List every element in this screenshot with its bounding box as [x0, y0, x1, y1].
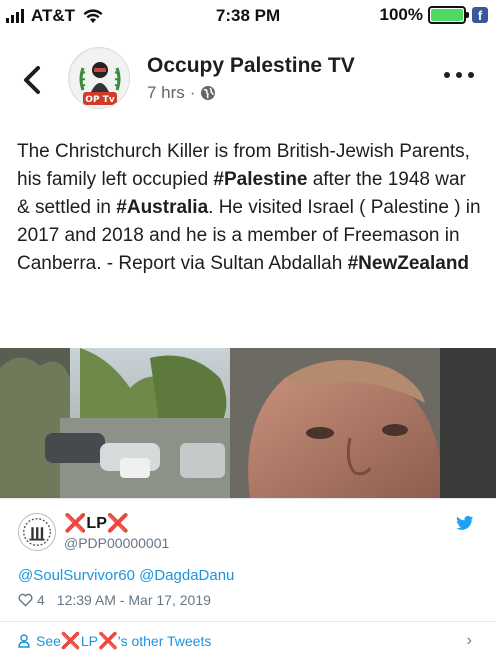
status-bar: AT&T 7:38 PM 100% f [0, 0, 496, 32]
person-icon [18, 634, 30, 648]
tweet-body[interactable]: @SoulSurvivor60 @DagdaDanu [18, 567, 234, 584]
red-x-icon: ❌ [106, 513, 130, 533]
hashtag-link[interactable]: #NewZealand [348, 253, 469, 274]
battery-fill [431, 9, 463, 21]
post-header: OP Tv Occupy Palestine TV 7 hrs · [0, 40, 496, 120]
footer-author: LP [80, 633, 98, 649]
red-x-icon: ❌ [64, 513, 87, 533]
tweet-stats: 4 12:39 AM - Mar 17, 2019 [18, 592, 211, 608]
more-dot [456, 72, 462, 78]
status-right: 100% f [380, 5, 488, 25]
tweet-author-name[interactable]: ❌ LP ❌ [64, 513, 129, 534]
tweet-author-label: LP [86, 514, 107, 532]
like-count: 4 [37, 592, 45, 608]
page-avatar[interactable]: OP Tv [68, 47, 130, 109]
page-name[interactable]: Occupy Palestine TV [147, 54, 355, 78]
hashtag-link[interactable]: #Palestine [213, 169, 307, 190]
red-x-icon: ❌ [97, 633, 118, 650]
battery-percent: 100% [379, 5, 423, 24]
post-time[interactable]: 7 hrs [147, 83, 185, 103]
chevron-right-icon: › [466, 632, 472, 649]
tweet-timestamp[interactable]: 12:39 AM - Mar 17, 2019 [57, 592, 211, 608]
red-x-icon: ❌ [60, 633, 81, 650]
more-options-button[interactable] [444, 70, 474, 80]
twitter-bird-icon[interactable] [456, 516, 474, 531]
battery-icon [428, 6, 469, 24]
svg-text:OP Tv: OP Tv [85, 95, 115, 105]
globe-icon [201, 86, 216, 100]
tweet-avatar[interactable] [18, 513, 56, 551]
post-meta: 7 hrs · [147, 83, 216, 103]
more-dot [444, 72, 450, 78]
meta-separator: · [189, 83, 196, 102]
heart-outline-icon[interactable] [18, 593, 33, 607]
footer-prefix: See [36, 633, 61, 649]
facebook-badge-icon: f [472, 7, 488, 23]
chevron-left-icon[interactable] [18, 64, 48, 96]
more-dot [468, 72, 474, 78]
post-photo[interactable] [0, 348, 496, 498]
photo-scene [0, 348, 496, 498]
footer-suffix: 's other Tweets [117, 633, 212, 649]
see-other-tweets-link[interactable]: See ❌ LP ❌ 's other Tweets › [18, 630, 478, 652]
divider [0, 621, 496, 622]
tweet-handle[interactable]: @PDP00000001 [64, 535, 169, 551]
post-text: The Christchurch Killer is from British-… [17, 138, 483, 278]
tweet-embed[interactable]: ❌ LP ❌ @PDP00000001 @SoulSurvivor60 @Dag… [0, 498, 496, 658]
hashtag-link[interactable]: #Australia [116, 197, 208, 218]
